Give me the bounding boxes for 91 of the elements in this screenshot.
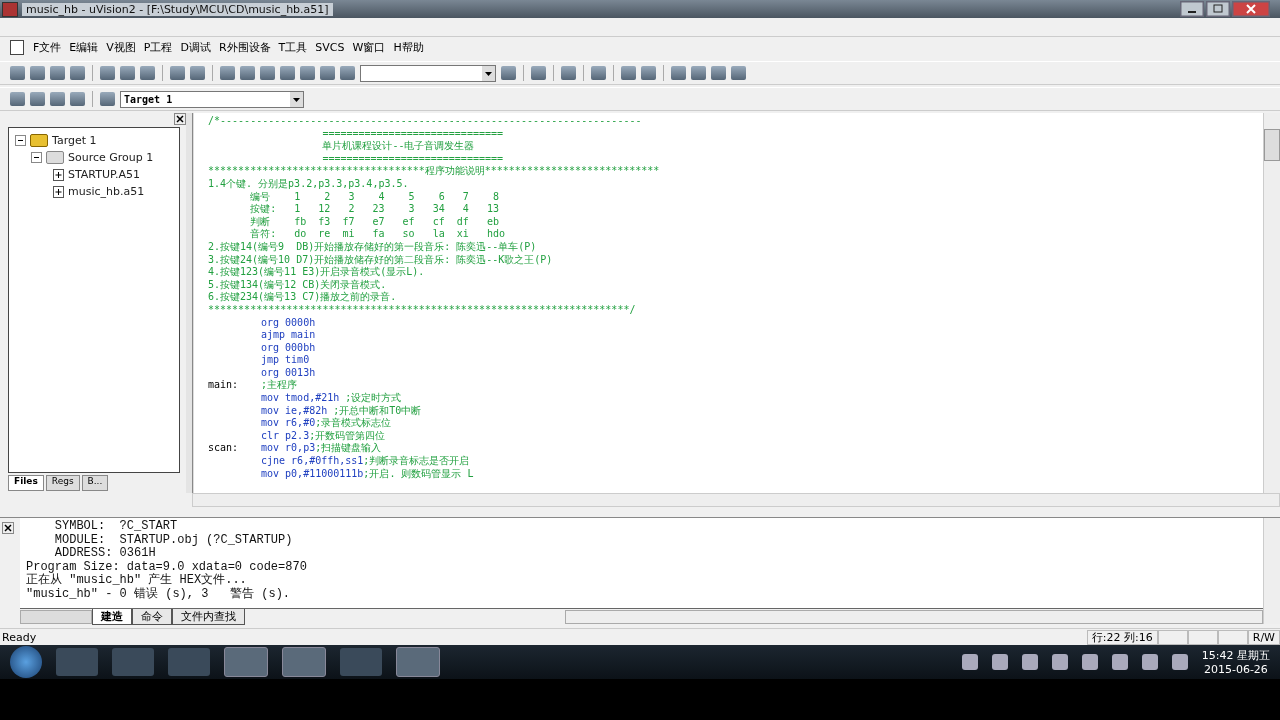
find-combo[interactable] (360, 64, 496, 82)
menu-item[interactable]: T工具 (275, 39, 311, 55)
panel-tab[interactable]: Regs (45, 475, 80, 491)
code-label: main: (208, 379, 240, 393)
code-comment: ;判断录音标志是否开启 (363, 455, 470, 467)
close-button[interactable] (1232, 1, 1270, 17)
code-comment: ;开启. 则数码管显示 L (363, 467, 474, 479)
menu-item[interactable]: E编辑 (66, 39, 102, 55)
code-comment: ;设定时方式 (345, 392, 402, 404)
output-tab[interactable]: 命令 (132, 608, 172, 625)
app-icon (2, 1, 18, 17)
minimize-button[interactable] (1180, 1, 1204, 17)
tree-item[interactable]: music_hb.a51 (68, 185, 145, 198)
code-instruction: org 0013h (261, 366, 316, 378)
code-comment-line: 1.4个键. 分别是p3.2,p3.3,p3.4,p3.5. (208, 177, 410, 191)
code-label: scan: (208, 442, 240, 456)
file-mode: R/W (1247, 629, 1280, 645)
horizontal-scrollbar[interactable] (192, 493, 1280, 507)
panel-tab[interactable]: Files (8, 475, 44, 491)
code-comment-line: ============================== (321, 152, 504, 165)
code-comment-line: 单片机课程设计--电子音调发生器 (321, 140, 476, 153)
tree-item[interactable]: Target 1 (52, 134, 97, 147)
code-instruction: cjne r6,#0ffh,ss1 (261, 455, 364, 467)
menu-item[interactable]: P工程 (140, 39, 176, 55)
menu-item[interactable]: R外围设备 (215, 39, 274, 55)
code-comment-line: 3.按键24(编号10 D7)开始播放储存好的第二段音乐: 陈奕迅--K歌之王(P) (208, 253, 554, 266)
code-comment-line: 6.按键234(编号13 C7)播放之前的录音. (208, 291, 398, 304)
clock-time: 15:42 星期五 (1201, 648, 1270, 663)
code-instruction: clr p2.3 (261, 429, 310, 441)
code-comment: ;开总中断和T0中断 (333, 404, 422, 416)
status-pane (1187, 629, 1218, 645)
output-tab[interactable]: 文件内查找 (172, 608, 245, 625)
code-comment-line: **********************************************************************/ (208, 303, 637, 317)
code-instruction: ajmp main (261, 329, 316, 341)
code-comment-line: 5.按键134(编号12 CB)关闭录音模式. (208, 278, 388, 291)
menu-item[interactable]: W窗口 (349, 39, 389, 55)
status-pane (1157, 629, 1188, 645)
code-comment-line: 判断 fb f3 f7 e7 ef cf df eb (249, 215, 500, 228)
output-line: Program Size: data=9.0 xdata=0 code=870 (26, 560, 308, 574)
output-line: ADDRESS: 0361H (53, 547, 157, 561)
tree-item[interactable]: STARTUP.A51 (68, 168, 140, 181)
output-line: 正在从 "music_hb" 产生 HEX文件... (26, 574, 248, 587)
code-comment: ;录音模式标志位 (315, 417, 392, 429)
code-instruction: mov r0,p3 (261, 442, 316, 454)
code-comment-line: 编号 1 2 3 4 5 6 7 8 (249, 190, 500, 204)
menu-item[interactable]: V视图 (103, 39, 139, 55)
code-instruction: jmp tim0 (261, 354, 310, 366)
code-instruction: mov ie,#82h (261, 404, 329, 416)
output-line: SYMBOL: ?C_START (53, 520, 179, 534)
expand-toggle[interactable] (15, 135, 26, 146)
panel-tab[interactable]: B... (81, 475, 109, 491)
code-instruction: mov tmod,#21h (261, 392, 341, 404)
code-comment-line: 按键: 1 12 2 23 3 34 4 13 (249, 203, 500, 216)
clock-date: 2015-06-26 (1203, 663, 1268, 676)
code-comment-line: 音符: do re mi fa so la xi hdo (249, 228, 506, 241)
status-message: Ready (1, 630, 37, 644)
cursor-position: 行:22 列:16 (1086, 629, 1158, 645)
file-icon (53, 185, 64, 198)
code-comment-line: 2.按键14(编号9 DB)开始播放存储好的第一段音乐: 陈奕迅--单车(P) (208, 240, 538, 254)
code-comment-line: /*---------------------------------------------------------------------- (208, 115, 643, 128)
code-instruction: mov p0,#11000111b (261, 467, 364, 479)
menu-item[interactable]: D调试 (177, 39, 214, 55)
code-instruction: mov r6,#0 (261, 417, 316, 429)
expand-toggle[interactable] (31, 152, 42, 163)
code-comment: ;主程序 (261, 379, 298, 391)
code-comment: ;扫描键盘输入 (315, 442, 382, 454)
close-icon[interactable] (174, 113, 186, 125)
tree-item[interactable]: Source Group 1 (68, 151, 154, 164)
status-pane (1217, 629, 1248, 645)
menu-item[interactable]: SVCS (312, 40, 348, 54)
code-comment-line: ************************************程序功能说明***************************** (208, 165, 661, 178)
horizontal-scrollbar[interactable] (565, 609, 1263, 624)
code-instruction: org 0000h (261, 316, 316, 328)
file-icon (53, 168, 64, 181)
code-comment: ;开数码管第四位 (309, 429, 386, 441)
code-comment-line: 4.按键123(编号11 E3)开启录音模式(显示L). (208, 266, 426, 279)
tab-navigation-icon[interactable] (20, 609, 92, 624)
code-instruction: org 000bh (261, 341, 316, 353)
code-comment-line: ============================== (321, 127, 504, 140)
window-title: music_hb - uVision2 - [F:\Study\MCU\CD\music_hb.a51] (22, 2, 333, 16)
target-folder-icon (30, 134, 48, 147)
menu-item[interactable]: F文件 (30, 39, 65, 55)
output-tab[interactable]: 建造 (92, 608, 132, 625)
document-icon[interactable] (10, 39, 24, 55)
close-icon[interactable] (2, 522, 14, 534)
start-button[interactable] (10, 646, 42, 678)
output-line: MODULE: STARTUP.obj (?C_STARTUP) (53, 533, 294, 547)
menu-item[interactable]: H帮助 (390, 39, 427, 55)
output-line: "music_hb" - 0 错误 (s), 3 警告 (s). (26, 587, 292, 601)
vertical-scrollbar[interactable] (1263, 113, 1280, 493)
target-select[interactable]: Target 1 (120, 90, 304, 108)
